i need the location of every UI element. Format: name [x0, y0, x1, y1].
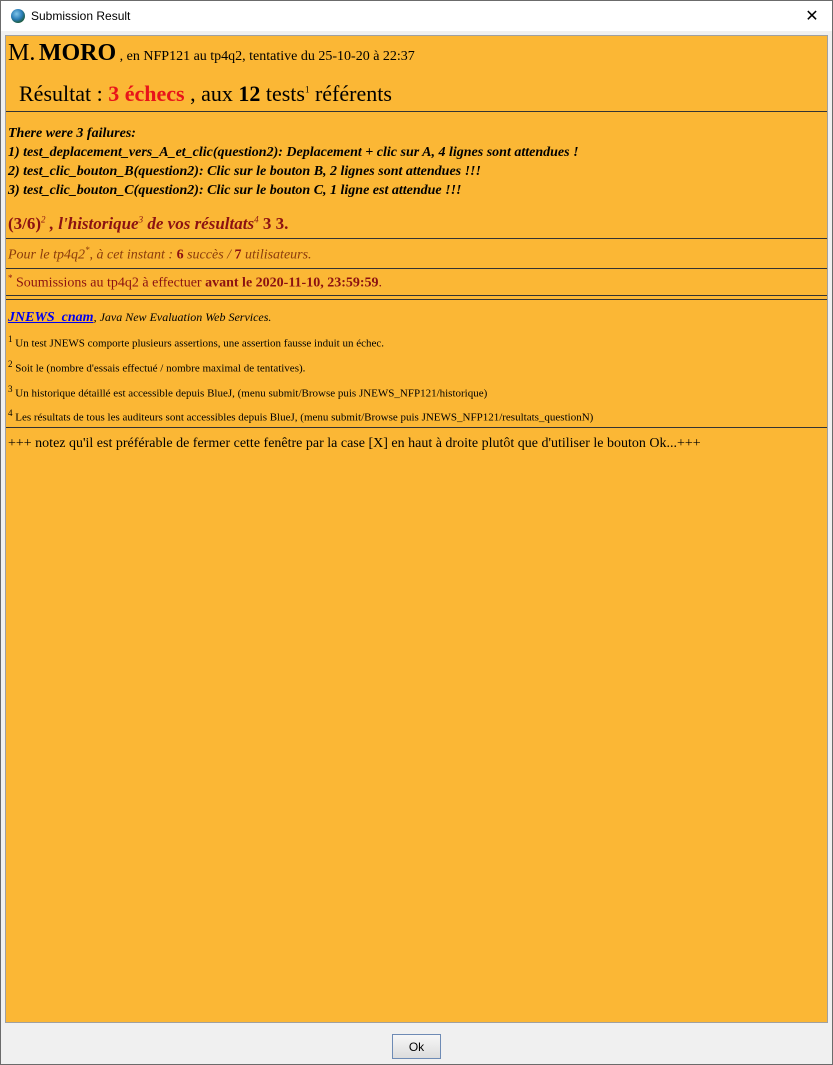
- failure-item: 3) test_clic_bouton_C(question2): Clic s…: [8, 183, 462, 198]
- success-count: 6: [176, 247, 184, 263]
- footnote-text: Soit le (nombre d'essais effectué / nomb…: [15, 362, 306, 375]
- history-values: 3 3.: [262, 214, 289, 233]
- footnote-number: 4: [8, 408, 13, 419]
- footnote: 2 Soit le (nombre d'essais effectué / no…: [8, 357, 825, 376]
- footnote-number: 2: [8, 358, 13, 369]
- divider: [6, 111, 827, 112]
- deadline-end: .: [378, 275, 383, 291]
- history-line: (3/6)2 , l'historique3 de vos résultats4…: [8, 214, 825, 234]
- failure-item: 1) test_deplacement_vers_A_et_clic(quest…: [8, 145, 579, 160]
- deadline-line: * Soumissions au tp4q2 à effectuer avant…: [8, 273, 825, 292]
- footnote-number: 1: [8, 334, 13, 345]
- deadline-text: Soumissions au tp4q2 à effectuer: [16, 275, 202, 291]
- history-text: , l'historique: [49, 214, 139, 233]
- failures-list: There were 3 failures: 1) test_deplaceme…: [8, 124, 825, 200]
- footnote: 3 Un historique détaillé est accessible …: [8, 382, 825, 401]
- divider: [6, 426, 827, 428]
- users-label: utilisateurs.: [245, 247, 312, 263]
- ok-button[interactable]: Ok: [392, 1034, 441, 1059]
- tests-footnote-ref: 1: [304, 84, 310, 95]
- student-name: MORO: [38, 40, 117, 66]
- failure-item: 2) test_clic_bouton_B(question2): Clic s…: [8, 164, 481, 179]
- footnote-text: Un test JNEWS comporte plusieurs asserti…: [15, 337, 384, 350]
- users-count: 7: [234, 247, 242, 263]
- result-label: Résultat :: [19, 81, 103, 106]
- close-button[interactable]: ✕: [792, 1, 832, 31]
- jnews-comma: ,: [93, 310, 97, 325]
- divider: [6, 267, 827, 269]
- divider: [6, 238, 827, 239]
- results-text: de vos résultats: [147, 214, 255, 233]
- results-footnote-ref: 4: [254, 214, 259, 225]
- footnote-number: 3: [8, 383, 13, 394]
- deadline-star: *: [8, 272, 13, 283]
- tests-count: 12: [238, 81, 261, 106]
- divider: [6, 299, 827, 301]
- attempt-ratio: (3/6): [8, 214, 42, 233]
- footnote-text: Les résultats de tous les auditeurs sont…: [15, 411, 594, 424]
- title-bar: Submission Result ✕: [0, 0, 833, 31]
- submission-info: , en NFP121 au tp4q2, tentative du 25-10…: [119, 49, 415, 64]
- footnote: 4 Les résultats de tous les auditeurs so…: [8, 406, 825, 425]
- jnews-description: Java New Evaluation Web Services.: [99, 310, 272, 325]
- class-status: Pour le tp4q2*, à cet instant : 6 succès…: [8, 245, 825, 264]
- status-mid: , à cet instant :: [89, 247, 174, 263]
- dialog-frame: M. MORO , en NFP121 au tp4q2, tentative …: [0, 31, 833, 1065]
- footnote-text: Un historique détaillé est accessible de…: [15, 387, 488, 400]
- footnote: 1 Un test JNEWS comporte plusieurs asser…: [8, 332, 825, 351]
- failures-count: 3 échecs: [108, 81, 185, 106]
- result-panel: M. MORO , en NFP121 au tp4q2, tentative …: [5, 35, 828, 1023]
- student-title: M.: [8, 40, 36, 66]
- status-prefix: Pour le tp4q2: [8, 247, 85, 263]
- student-header: M. MORO , en NFP121 au tp4q2, tentative …: [8, 40, 825, 67]
- ratio-footnote-ref: 2: [41, 214, 46, 225]
- success-label: succès /: [187, 247, 232, 263]
- window-title: Submission Result: [31, 9, 131, 23]
- result-summary: Résultat : 3 échecs , aux 12 tests1 réfé…: [19, 81, 825, 107]
- history-footnote-ref: 3: [138, 214, 144, 225]
- tests-label: tests: [265, 81, 305, 106]
- close-hint: +++ notez qu'il est préférable de fermer…: [8, 435, 701, 451]
- result-sep: , aux: [190, 81, 233, 106]
- deadline-date: avant le 2020-11-10, 23:59:59: [205, 275, 379, 291]
- result-tail: référents: [314, 81, 392, 106]
- failures-intro: There were 3 failures:: [8, 126, 136, 141]
- jnews-credit: JNEWS_cnam, Java New Evaluation Web Serv…: [8, 310, 825, 326]
- globe-icon: [11, 9, 25, 23]
- divider: [6, 295, 827, 297]
- jnews-link[interactable]: JNEWS_cnam: [8, 310, 94, 325]
